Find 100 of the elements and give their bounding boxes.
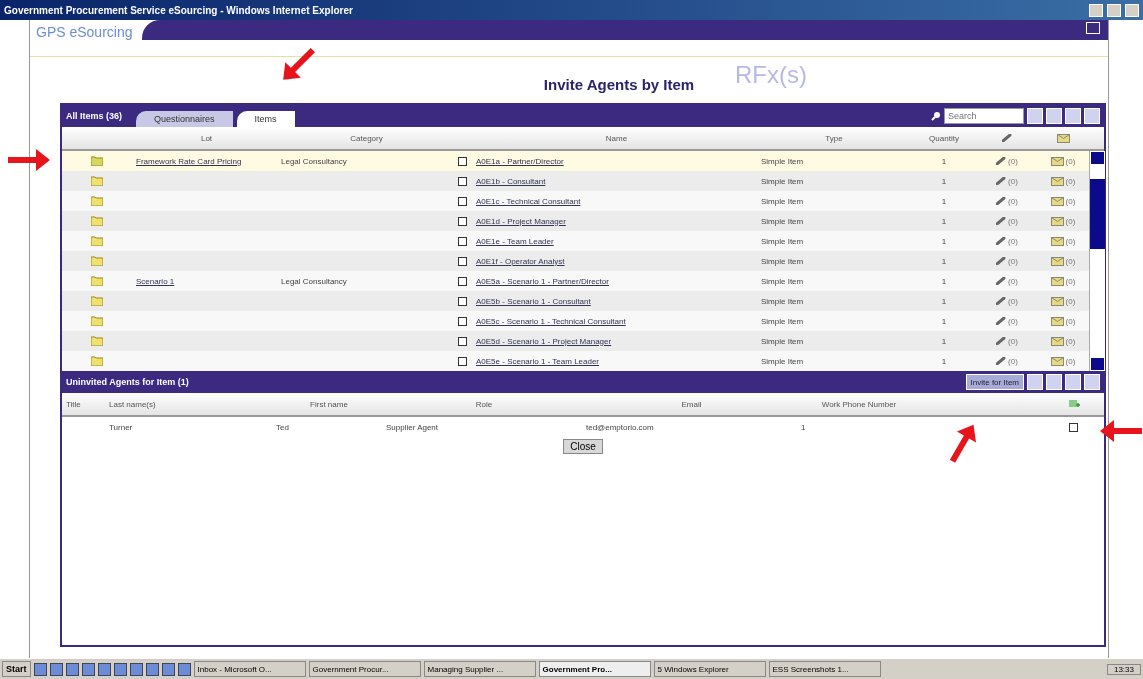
taskbar-task[interactable]: Managing Supplier ... <box>423 661 536 677</box>
invite-button[interactable]: Invite for Item <box>965 374 1024 390</box>
item-link[interactable]: A0E1e - Team Leader <box>472 236 554 246</box>
table-cell-text: 1 <box>940 336 948 346</box>
add-agent-icon <box>1067 399 1080 409</box>
item-link[interactable]: A0E1c - Technical Consultant <box>472 196 581 206</box>
column-header[interactable]: Lot <box>132 133 277 143</box>
quick-launch-icon[interactable] <box>65 662 79 676</box>
minimize-button[interactable] <box>1089 3 1103 17</box>
taskbar-task[interactable]: Government Pro... <box>538 661 651 677</box>
folder-icon <box>91 176 103 186</box>
quick-launch-icon[interactable] <box>177 662 191 676</box>
agent-checkbox[interactable] <box>1069 422 1078 432</box>
close-dialog-button[interactable]: Close <box>563 439 603 454</box>
folder-icon <box>91 316 103 326</box>
table-cell-text: Ted <box>275 422 290 432</box>
table-row[interactable]: A0E1f - Operator Analyst Simple Item 1 (0) (0) <box>62 251 1089 271</box>
item-link[interactable]: A0E5d - Scenario 1 - Project Manager <box>472 336 612 346</box>
item-link[interactable]: A0E5e - Scenario 1 - Team Leader <box>472 356 600 366</box>
lot-link[interactable]: Scenario 1 <box>132 276 175 286</box>
taskbar-task[interactable]: ESS Screenshots 1... <box>768 661 881 677</box>
envelope-icon <box>1050 276 1064 286</box>
row-checkbox[interactable] <box>457 216 467 226</box>
table-row[interactable]: A0E5c - Scenario 1 - Technical Consultant Simple Item 1 (0) (0) <box>62 311 1089 331</box>
quick-launch-icon[interactable] <box>161 662 175 676</box>
lot-link[interactable]: Framework Rate Card Pricing <box>132 156 242 166</box>
envelope-icon <box>1056 133 1070 143</box>
folder-icon <box>91 296 103 306</box>
table-cell-text: Simple Item <box>760 296 805 306</box>
column-header[interactable]: Last name(s) <box>105 399 272 409</box>
search-field[interactable]: Search <box>944 108 1024 124</box>
table-row[interactable]: A0E5b - Scenario 1 - Consultant Simple Item 1 (0) (0) <box>62 291 1089 311</box>
column-header[interactable]: Title <box>62 399 105 409</box>
table-row[interactable]: A0E1b - Consultant Simple Item 1 (0) (0) <box>62 171 1089 191</box>
table-cell-text: Simple Item <box>760 336 805 346</box>
row-checkbox[interactable] <box>457 156 467 166</box>
item-link[interactable]: A0E1f - Operator Analyst <box>472 256 565 266</box>
quick-launch-icon[interactable] <box>97 662 111 676</box>
column-header[interactable]: Category <box>277 133 452 143</box>
column-header[interactable]: Work Phone Number <box>797 399 917 409</box>
column-header[interactable]: Name <box>472 133 757 143</box>
tab[interactable]: Items <box>236 111 295 127</box>
table-cell-text: 1 <box>800 422 807 432</box>
table-cell-text: 1 <box>940 356 948 366</box>
quick-launch-icon[interactable] <box>129 662 143 676</box>
table-cell-text: 1 <box>940 216 948 226</box>
column-header[interactable]: Email <box>582 399 797 409</box>
table-row[interactable]: A0E5e - Scenario 1 - Team Leader Simple Item 1 (0) (0) <box>62 351 1089 371</box>
row-checkbox[interactable] <box>457 336 467 346</box>
quick-launch-icon[interactable] <box>145 662 159 676</box>
taskbar-task[interactable]: 5 Windows Explorer <box>653 661 766 677</box>
folder-icon <box>91 276 103 286</box>
envelope-icon <box>1050 316 1064 326</box>
table-cell-text: Simple Item <box>760 196 805 206</box>
message-count: (0) <box>1065 236 1076 246</box>
column-header[interactable]: Type <box>757 133 907 143</box>
table-cell-text: Legal Consultancy <box>280 276 348 286</box>
maximize-button[interactable] <box>1107 3 1121 17</box>
attachment-count: (0) <box>1008 256 1018 266</box>
table-row[interactable]: A0E1c - Technical Consultant Simple Item 1 (0) (0) <box>62 191 1089 211</box>
table-cell-text: ted@emptorio.com <box>585 422 655 432</box>
item-link[interactable]: A0E5c - Scenario 1 - Technical Consultant <box>472 316 626 326</box>
folder-icon <box>91 216 103 226</box>
row-checkbox[interactable] <box>457 256 467 266</box>
row-checkbox[interactable] <box>457 316 467 326</box>
row-checkbox[interactable] <box>457 296 467 306</box>
start-button[interactable]: Start <box>2 661 31 677</box>
folder-icon <box>91 196 103 206</box>
item-link[interactable]: A0E5a - Scenario 1 - Partner/Director <box>472 276 609 286</box>
table-row[interactable]: A0E1d - Project Manager Simple Item 1 (0) (0) <box>62 211 1089 231</box>
table-row[interactable]: A0E5d - Scenario 1 - Project Manager Simple Item 1 (0) (0) <box>62 331 1089 351</box>
row-checkbox[interactable] <box>457 276 467 286</box>
table-row[interactable]: A0E1e - Team Leader Simple Item 1 (0) (0) <box>62 231 1089 251</box>
quick-launch-icon[interactable] <box>49 662 63 676</box>
header-button[interactable] <box>1086 22 1100 34</box>
table-cell-text: Simple Item <box>760 216 805 226</box>
taskbar-task[interactable]: Government Procur... <box>308 661 421 677</box>
tab[interactable]: Questionnaires <box>136 111 233 127</box>
row-checkbox[interactable] <box>457 356 467 366</box>
item-link[interactable]: A0E1b - Consultant <box>472 176 546 186</box>
row-checkbox[interactable] <box>457 236 467 246</box>
quick-launch-icon[interactable] <box>113 662 127 676</box>
column-header[interactable]: First name <box>272 399 382 409</box>
item-link[interactable]: A0E1d - Project Manager <box>472 216 566 226</box>
quick-launch-icon[interactable] <box>33 662 47 676</box>
row-checkbox[interactable] <box>457 196 467 206</box>
item-link[interactable]: A0E5b - Scenario 1 - Consultant <box>472 296 591 306</box>
envelope-icon <box>1050 236 1064 246</box>
row-checkbox[interactable] <box>457 176 467 186</box>
message-count: (0) <box>1065 256 1076 266</box>
table-row[interactable]: Framework Rate Card Pricing Legal Consultancy A0E1a - Partner/Director Simple Item 1 (0) (0) <box>62 151 1089 171</box>
scrollbar[interactable] <box>1089 151 1105 371</box>
column-header[interactable]: Quantity <box>907 133 977 143</box>
close-button[interactable] <box>1125 3 1139 17</box>
taskbar-task[interactable]: Inbox - Microsoft O... <box>193 661 306 677</box>
item-link[interactable]: A0E1a - Partner/Director <box>472 156 564 166</box>
quick-launch-icon[interactable] <box>81 662 95 676</box>
table-row[interactable]: Scenario 1 Legal Consultancy A0E5a - Scenario 1 - Partner/Director Simple Item 1 (0) (0) <box>62 271 1089 291</box>
attachment-count: (0) <box>1008 176 1018 186</box>
column-header[interactable]: Role <box>382 399 582 409</box>
